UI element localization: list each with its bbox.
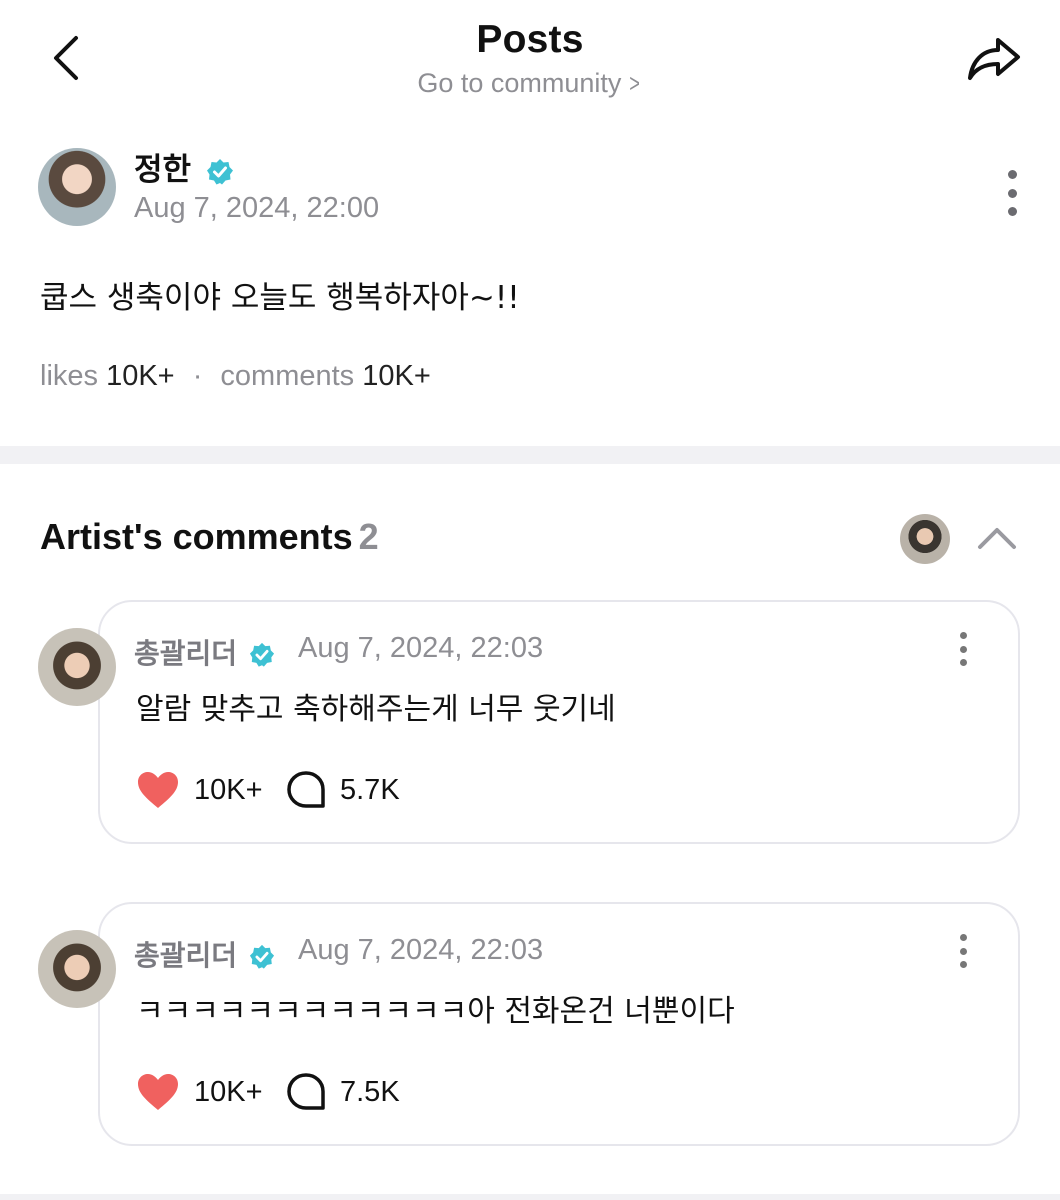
post-date: Aug 7, 2024, 22:00 [134, 192, 380, 224]
like-button[interactable]: 10K+ [136, 770, 263, 810]
reply-count: 5.7K [340, 773, 400, 806]
post-body: 쿱스 생축이야 오늘도 행복하자아~!! [40, 280, 520, 316]
heart-icon [138, 772, 178, 808]
like-count: 10K+ [194, 773, 263, 806]
collapse-button[interactable] [972, 516, 1022, 560]
author-avatar[interactable] [38, 148, 116, 226]
chevron-up-icon [978, 528, 1016, 549]
more-vertical-icon [959, 934, 967, 941]
comment-author[interactable]: 총괄리더 [134, 632, 275, 672]
artist-avatar-small[interactable] [900, 514, 950, 564]
go-to-community-label: Go to community [417, 68, 622, 98]
more-dot [1007, 207, 1017, 216]
section-divider [0, 446, 1060, 464]
reply-button[interactable]: 5.7K [286, 770, 400, 810]
comment-date: Aug 7, 2024, 22:03 [298, 934, 544, 966]
comment-avatar[interactable] [38, 628, 116, 706]
more-dot [1007, 188, 1017, 198]
more-vertical-icon [959, 632, 967, 639]
post-more-button[interactable] [1000, 170, 1024, 216]
more-dot [959, 947, 967, 955]
comment-avatar[interactable] [38, 930, 116, 1008]
post-stats: likes 10K+ · comments 10K+ [40, 360, 431, 393]
comment-text: 알람 맞추고 축하해주는게 너무 웃기네 [136, 692, 616, 727]
more-vertical-icon [1007, 170, 1017, 179]
speech-bubble-icon [287, 771, 325, 808]
likes-label: likes [40, 360, 99, 392]
comment-more-button[interactable] [952, 934, 974, 968]
likes-count: 10K+ [106, 360, 175, 392]
artist-comments-count: 2 [358, 516, 379, 557]
more-dot [959, 961, 967, 968]
share-button[interactable] [962, 30, 1026, 86]
artist-comments-title: Artist's comments [40, 516, 353, 557]
more-dot [959, 659, 967, 666]
comment-author[interactable]: 총괄리더 [134, 934, 275, 974]
verified-badge-icon [206, 158, 233, 184]
chevron-right-icon: > [629, 68, 641, 98]
verified-badge-icon [249, 944, 274, 969]
top-bar: Posts Go to community > [0, 0, 1060, 120]
comment-author-name: 총괄리더 [134, 939, 238, 972]
comment-more-button[interactable] [952, 632, 974, 666]
comments-count: 10K+ [362, 360, 431, 392]
post-author-name: 정한 [134, 152, 192, 188]
verified-badge-icon [249, 642, 274, 667]
post-author[interactable]: 정한 [134, 144, 234, 189]
comment-text: ㅋㅋㅋㅋㅋㅋㅋㅋㅋㅋㅋㅋ아 전화온건 너뿐이다 [136, 994, 735, 1029]
comments-label: comments [220, 360, 355, 392]
like-count: 10K+ [194, 1075, 263, 1108]
page-title: Posts [476, 18, 584, 61]
like-button[interactable]: 10K+ [136, 1072, 263, 1112]
reply-count: 7.5K [340, 1075, 400, 1108]
comment-date: Aug 7, 2024, 22:03 [298, 632, 544, 664]
heart-icon [138, 1074, 178, 1110]
artist-comments-heading: Artist's comments 2 [40, 516, 379, 558]
go-to-community-link[interactable]: Go to community > [0, 68, 1060, 99]
share-arrow-icon [968, 38, 1020, 80]
bottom-divider [0, 1194, 1060, 1200]
reply-button[interactable]: 7.5K [286, 1072, 400, 1112]
more-dot [959, 645, 967, 653]
stats-separator: · [192, 360, 203, 392]
comment-author-name: 총괄리더 [134, 637, 238, 670]
speech-bubble-icon [287, 1073, 325, 1110]
